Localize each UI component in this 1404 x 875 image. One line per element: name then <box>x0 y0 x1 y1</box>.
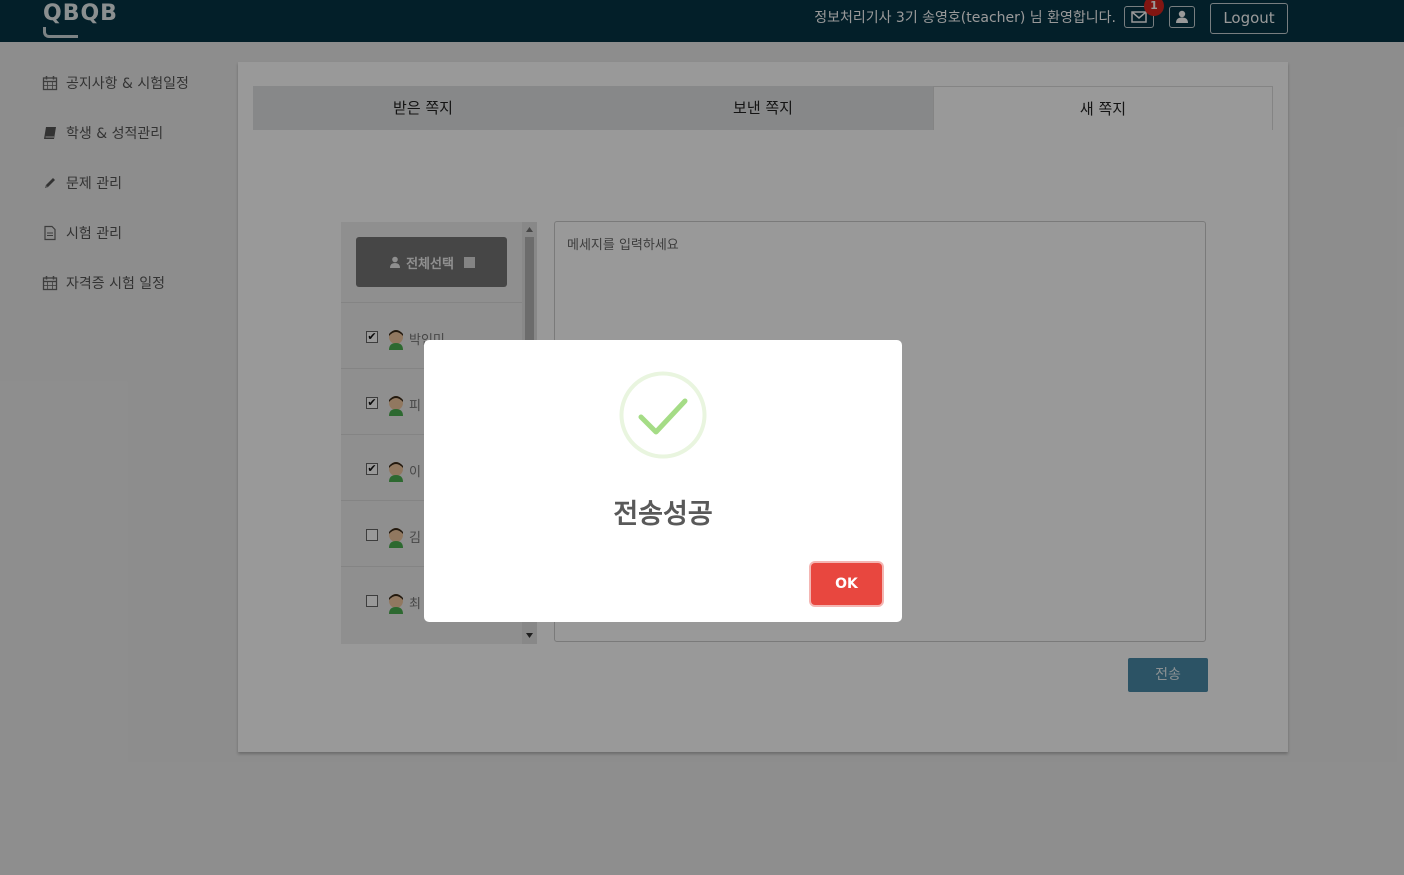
success-dialog: 전송성공 OK <box>424 340 902 622</box>
dialog-title: 전송성공 <box>613 499 713 530</box>
ok-button[interactable]: OK <box>811 563 882 605</box>
success-check-icon <box>619 371 707 459</box>
